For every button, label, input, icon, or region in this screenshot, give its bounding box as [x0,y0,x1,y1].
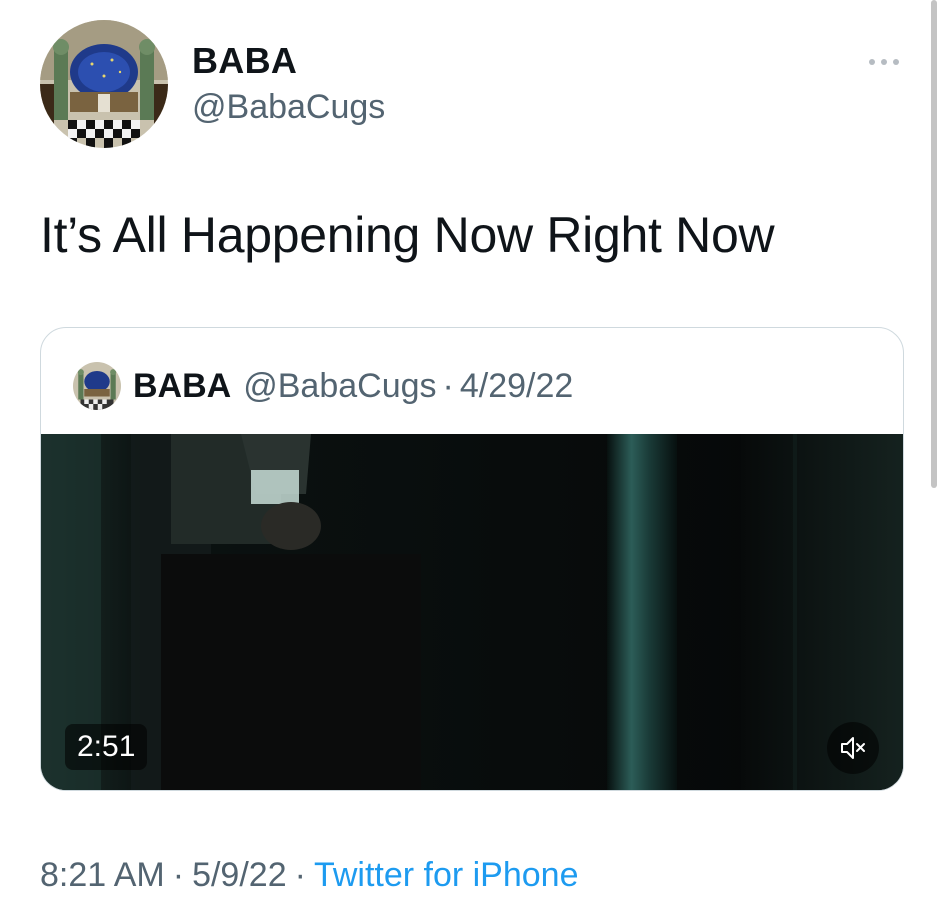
ellipsis-icon-dot [881,59,887,65]
separator-dot: · [172,856,185,894]
speaker-muted-icon [841,737,865,759]
ellipsis-icon-dot [893,59,899,65]
author-handle[interactable]: @BabaCugs [192,88,385,127]
temple-hall-image [73,362,121,410]
author-display-name[interactable]: BABA [192,40,297,82]
quoted-tweet-card[interactable]: BABA @BabaCugs · 4/29/22 2:51 [40,327,904,791]
scrollbar[interactable] [931,0,937,488]
quoted-author-handle[interactable]: @BabaCugs [243,367,436,406]
author-avatar[interactable] [40,20,168,148]
separator-dot: · [442,366,454,405]
video-player[interactable]: 2:51 [41,434,903,790]
temple-hall-image [40,20,168,148]
more-options-button[interactable] [862,48,906,76]
tweet-time[interactable]: 8:21 AM [40,856,165,894]
separator-dot: · [294,856,306,894]
mute-toggle-button[interactable] [827,722,879,774]
quoted-tweet-header: BABA @BabaCugs · 4/29/22 [73,362,573,410]
tweet-metadata: 8:21 AM · 5/9/22 · Twitter for iPhone [40,856,579,895]
tweet-source-link[interactable]: Twitter for iPhone [314,856,579,894]
quoted-tweet-date[interactable]: 4/29/22 [460,367,573,406]
video-duration: 2:51 [65,724,148,770]
tweet-text: It’s All Happening Now Right Now [40,207,775,263]
ellipsis-icon [869,59,875,65]
quoted-author-avatar[interactable] [73,362,121,410]
video-frame [41,434,903,790]
quoted-author-display-name[interactable]: BABA [133,367,231,406]
tweet-date[interactable]: 5/9/22 [192,856,287,894]
